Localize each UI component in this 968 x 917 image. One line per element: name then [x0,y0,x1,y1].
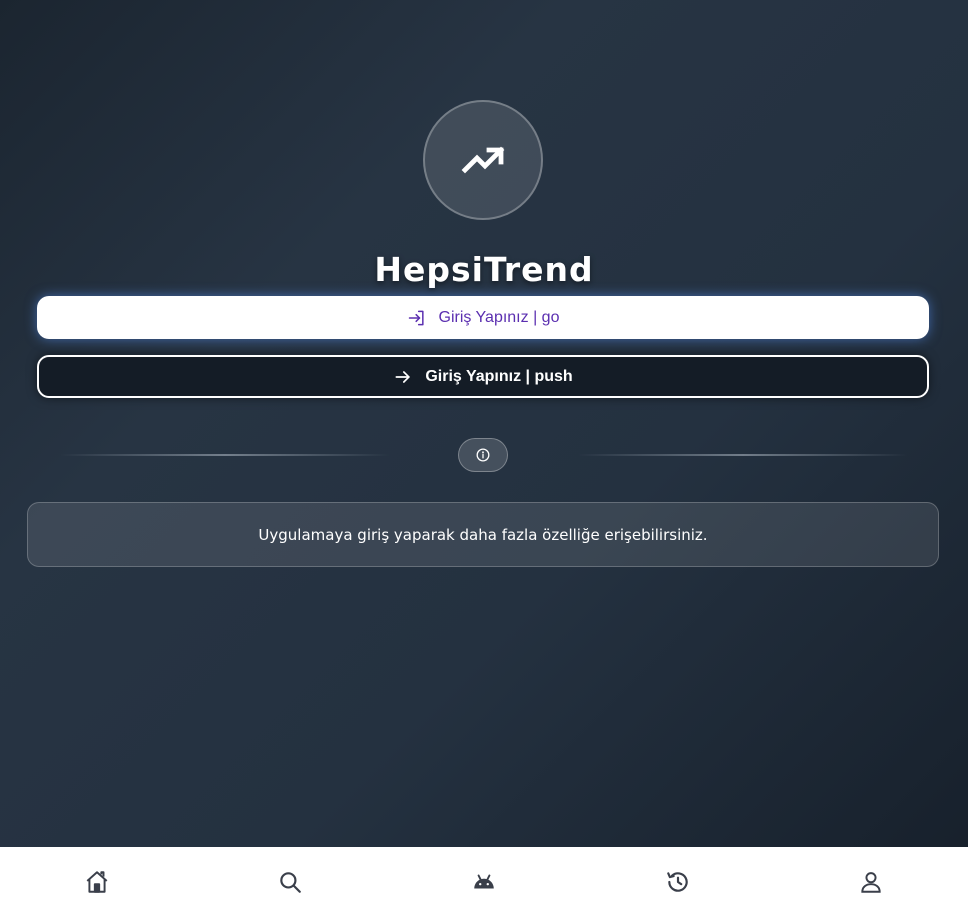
divider-line-left [60,454,390,456]
nav-history[interactable] [648,852,708,912]
divider-line-right [578,454,908,456]
nav-home[interactable] [67,852,127,912]
info-button[interactable] [458,438,508,472]
arrow-right-icon [395,370,410,383]
nav-android[interactable] [454,852,514,912]
info-icon [476,448,490,462]
profile-icon [861,872,881,893]
home-icon [86,871,108,893]
bottom-navigation [0,847,968,917]
android-icon [474,874,494,889]
trending-up-icon [461,146,505,174]
history-icon [666,872,688,892]
login-push-button[interactable]: Giriş Yapınız | push [37,355,929,398]
info-card-text: Uygulamaya giriş yaparak daha fazla özel… [258,525,708,544]
login-icon [408,310,424,325]
nav-search[interactable] [260,852,320,912]
info-card: Uygulamaya giriş yaparak daha fazla özel… [27,502,939,567]
nav-profile[interactable] [841,852,901,912]
login-go-button[interactable]: Giriş Yapınız | go [37,296,929,339]
app-title: HepsiTrend [374,250,594,289]
search-icon [280,872,302,893]
main-content: HepsiTrend Giriş Yapınız | go Giriş Yapı… [0,0,968,847]
login-go-label: Giriş Yapınız | go [438,308,560,326]
login-push-label: Giriş Yapınız | push [425,367,573,385]
app-logo [423,100,543,220]
